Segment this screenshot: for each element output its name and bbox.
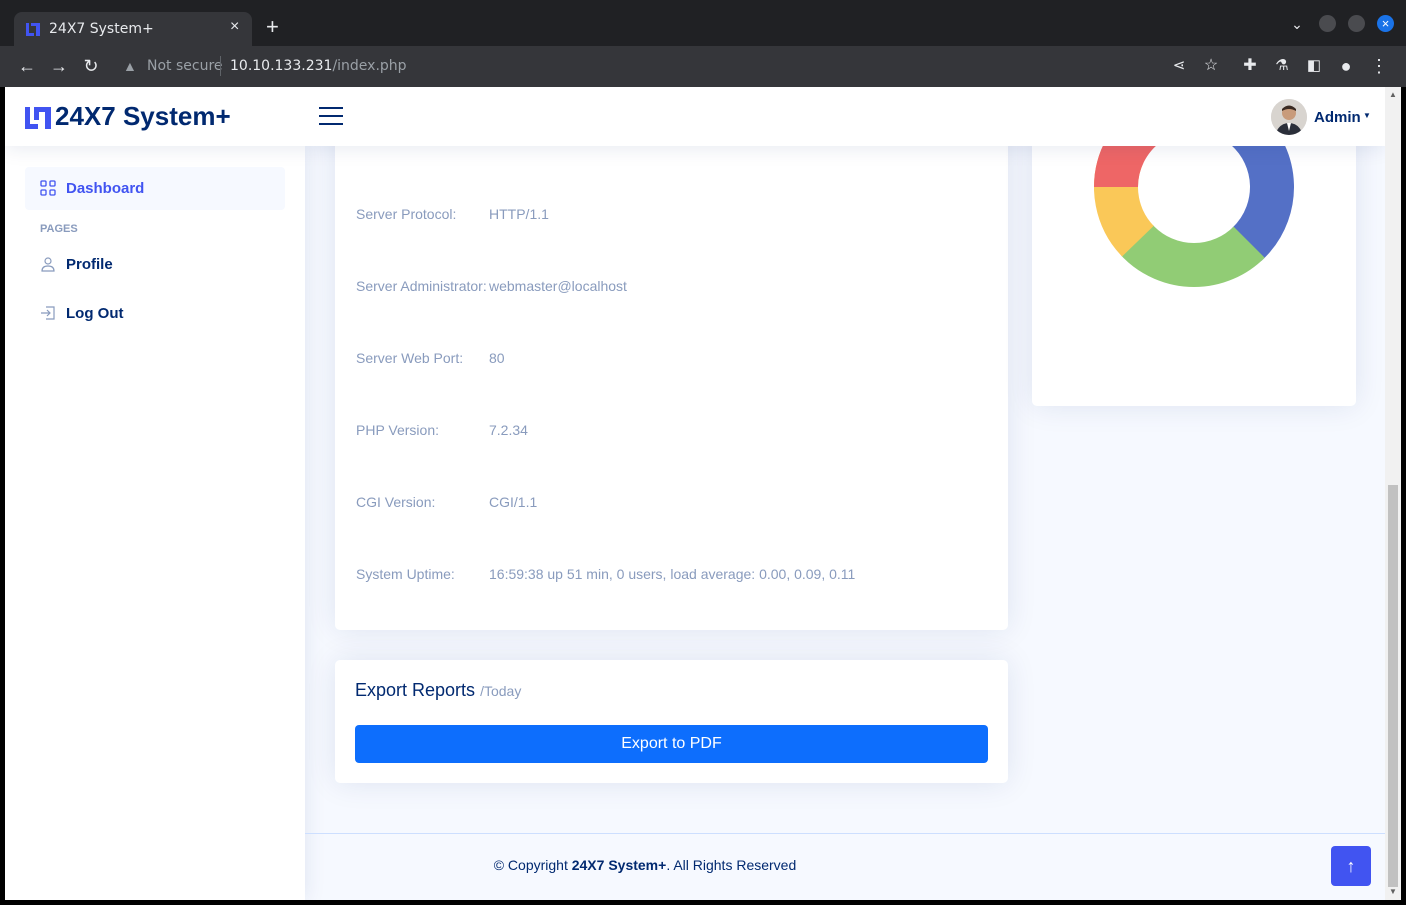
info-value: HTTP/1.1	[489, 206, 549, 222]
warning-icon[interactable]: ▲	[123, 58, 137, 74]
export-reports-card: Export Reports /Today Export to PDF	[335, 660, 1008, 783]
omnibox-separator	[220, 56, 221, 76]
scroll-down-arrow-icon[interactable]: ▼	[1389, 887, 1397, 896]
sidebar-item-dashboard[interactable]: Dashboard	[25, 167, 285, 210]
person-icon	[41, 257, 55, 272]
sidebar-item-logout[interactable]: Log Out	[25, 292, 285, 332]
avatar-image	[1271, 99, 1307, 135]
donut-chart-card	[1032, 87, 1356, 406]
scrollbar-thumb[interactable]	[1388, 485, 1398, 887]
box-arrow-in-right-icon	[41, 306, 55, 320]
share-icon[interactable]: ⋖	[1169, 56, 1189, 76]
profile-icon[interactable]: ●	[1336, 56, 1356, 76]
close-window-button[interactable]: ×	[1377, 15, 1394, 32]
bookmark-star-icon[interactable]: ☆	[1201, 56, 1221, 76]
info-label: System Uptime:	[356, 566, 455, 582]
copyright-suffix: . All Rights Reserved	[666, 857, 797, 873]
sidebar-item-label: Profile	[66, 256, 113, 273]
labs-flask-icon[interactable]: ⚗	[1272, 56, 1292, 76]
maximize-button[interactable]	[1348, 15, 1365, 32]
site-logo-icon	[26, 23, 40, 36]
user-name[interactable]: Admin	[1314, 109, 1361, 126]
info-value: 16:59:38 up 51 min, 0 users, load averag…	[489, 566, 856, 582]
browser-toolbar: ← → ↻ ▲ Not secure 10.10.133.231/index.p…	[0, 46, 1406, 87]
menu-kebab-icon[interactable]: ⋮	[1369, 56, 1389, 76]
tab-title: 24X7 System+	[49, 21, 154, 37]
side-panel-icon[interactable]: ◧	[1304, 56, 1324, 76]
extensions-icon[interactable]: ✚	[1240, 56, 1260, 76]
new-tab-button[interactable]: +	[266, 16, 279, 38]
tab-close-icon[interactable]: ×	[230, 18, 239, 36]
info-label: Server Web Port:	[356, 350, 464, 366]
forward-icon[interactable]: →	[49, 56, 69, 76]
copyright-brand: 24X7 System+	[571, 857, 667, 873]
export-title: Export Reports	[355, 680, 476, 700]
avatar[interactable]	[1271, 99, 1307, 135]
back-icon[interactable]: ←	[17, 56, 37, 76]
info-label: Server Protocol:	[356, 206, 457, 222]
brand-name[interactable]: 24X7 System+	[55, 101, 231, 132]
scroll-up-arrow-icon[interactable]: ▲	[1389, 90, 1397, 99]
sidebar-section-heading: PAGES	[40, 223, 78, 235]
server-info-card: Server Protocol: HTTP/1.1 Server Adminis…	[335, 107, 1008, 630]
sidebar: Dashboard PAGES Profile Log Out	[5, 146, 305, 900]
grid-icon	[40, 180, 56, 196]
caret-down-icon[interactable]: ▼	[1363, 111, 1371, 120]
site-header: 24X7 System+ Admin ▼	[5, 87, 1385, 146]
info-label: CGI Version:	[356, 494, 436, 510]
card-title: Export Reports /Today	[355, 680, 521, 701]
page-scrollbar[interactable]: ▲ ▼	[1385, 87, 1401, 900]
reload-icon[interactable]: ↻	[81, 56, 101, 76]
address-bar[interactable]: 10.10.133.231/index.php	[230, 58, 407, 74]
security-label[interactable]: Not secure	[147, 58, 223, 74]
sidebar-item-label: Log Out	[66, 305, 124, 322]
browser-tab-bar: 24X7 System+ × + ⌄ ×	[0, 0, 1406, 46]
export-subtitle: /Today	[480, 683, 522, 699]
info-value: 7.2.34	[489, 422, 528, 438]
brand-logo-icon[interactable]	[25, 105, 51, 129]
info-value: CGI/1.1	[489, 494, 538, 510]
sidebar-item-profile[interactable]: Profile	[25, 243, 285, 283]
browser-tab[interactable]: 24X7 System+ ×	[14, 12, 252, 46]
tab-search-icon[interactable]: ⌄	[1287, 14, 1307, 34]
sidebar-toggle-icon[interactable]	[319, 107, 343, 127]
page-viewport: 24X7 System+ Admin ▼ Dashboard PAGES Pro…	[5, 87, 1385, 900]
info-value: 80	[489, 350, 505, 366]
footer: © Copyright 24X7 System+. All Rights Res…	[305, 833, 1385, 900]
sidebar-item-label: Dashboard	[66, 180, 145, 197]
url-host: 10.10.133.231	[230, 58, 333, 74]
copyright-prefix: © Copyright	[493, 857, 572, 873]
info-label: PHP Version:	[356, 422, 440, 438]
copyright-text: © Copyright 24X7 System+. All Rights Res…	[305, 857, 985, 873]
minimize-button[interactable]	[1319, 15, 1336, 32]
back-to-top-button[interactable]: ↑	[1331, 846, 1371, 886]
info-value: webmaster@localhost	[489, 278, 627, 294]
export-pdf-button[interactable]: Export to PDF	[355, 725, 988, 763]
info-label: Server Administrator:	[356, 278, 487, 294]
url-path: /index.php	[332, 58, 407, 74]
